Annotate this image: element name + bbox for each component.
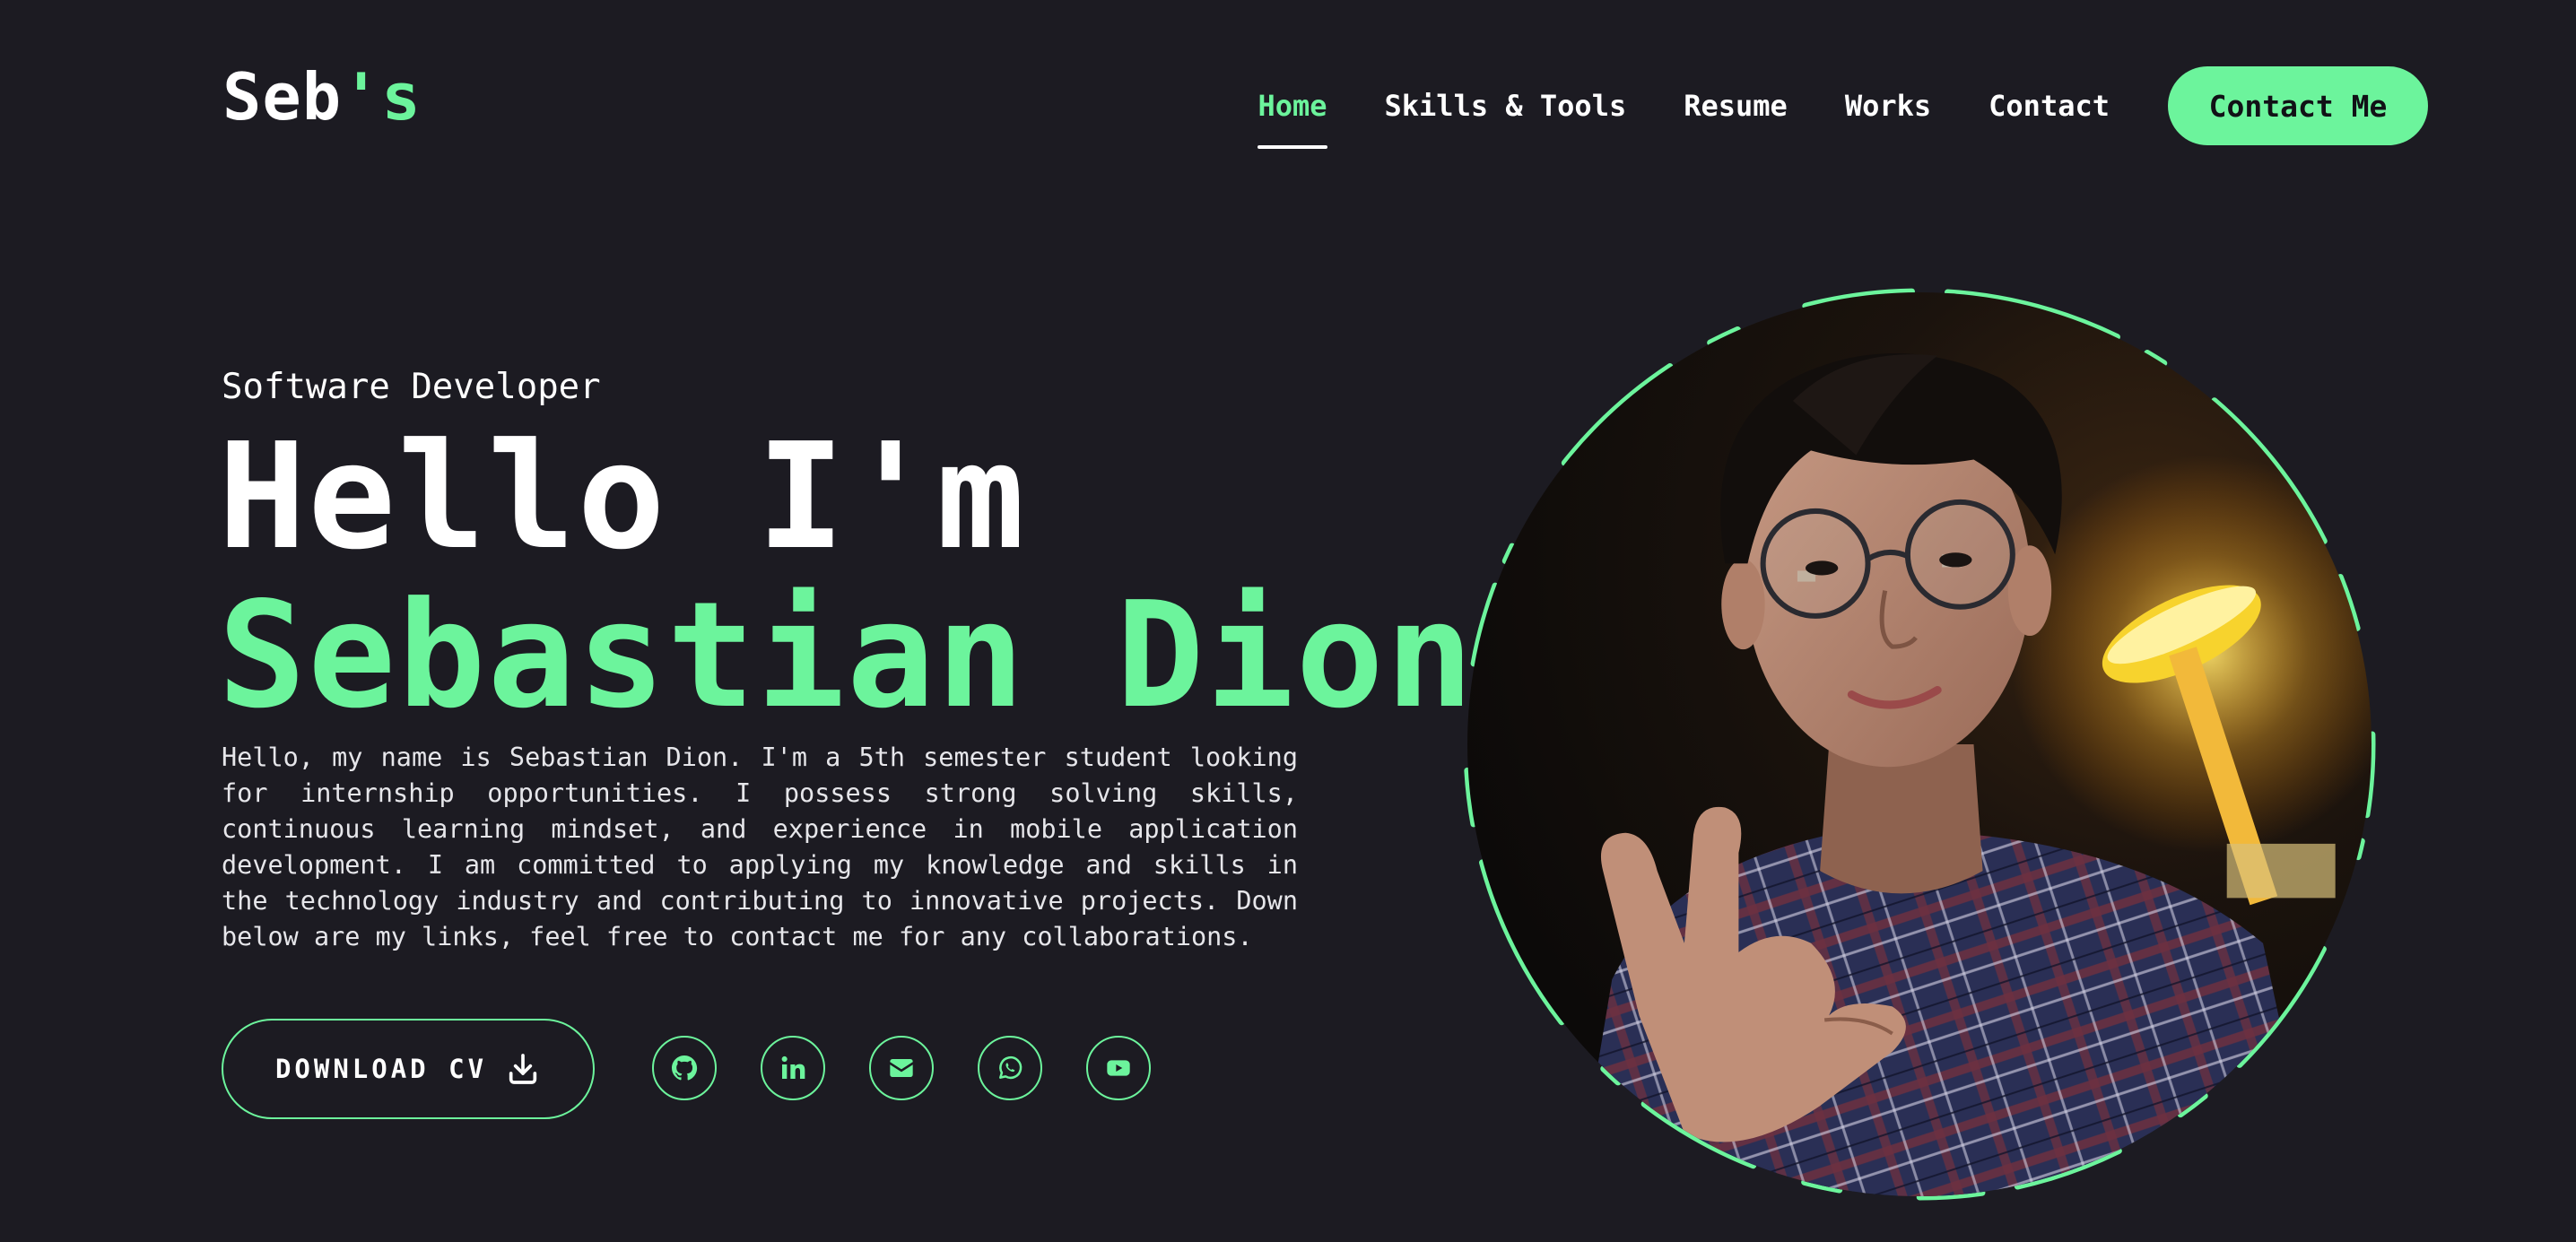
contact-me-button[interactable]: Contact Me (2168, 66, 2428, 145)
hero-bio: Hello, my name is Sebastian Dion. I'm a … (222, 743, 1298, 951)
email-icon (890, 1059, 913, 1077)
hero-role: Software Developer (222, 367, 601, 407)
youtube-icon (1107, 1060, 1130, 1076)
nav-works[interactable]: Works (1845, 91, 1931, 120)
download-cv-button[interactable]: DOWNLOAD CV (222, 1019, 595, 1119)
main-nav: Home Skills & Tools Resume Works Contact… (1258, 66, 2428, 149)
email-link[interactable] (869, 1036, 934, 1100)
nav-resume[interactable]: Resume (1684, 91, 1788, 120)
nav-home[interactable]: Home (1258, 91, 1327, 149)
github-link[interactable] (652, 1036, 717, 1100)
linkedin-icon (781, 1055, 805, 1079)
social-links (652, 1036, 1151, 1100)
hero-greeting: Hello I'm (218, 413, 1027, 582)
logo-accent-text: 's (342, 59, 422, 135)
site-logo[interactable]: Seb's (222, 65, 422, 129)
portrait-container (1460, 285, 2379, 1203)
hero-name: Sebastian Dion (218, 571, 1475, 741)
github-icon (672, 1055, 698, 1081)
download-icon (509, 1054, 537, 1084)
whatsapp-icon (999, 1055, 1023, 1080)
portrait-photo (1467, 292, 2371, 1196)
youtube-link[interactable] (1086, 1036, 1151, 1100)
whatsapp-link[interactable] (978, 1036, 1042, 1100)
nav-contact[interactable]: Contact (1989, 91, 2110, 120)
nav-skills-tools[interactable]: Skills & Tools (1385, 91, 1627, 120)
download-cv-label: DOWNLOAD CV (274, 1054, 488, 1084)
linkedin-link[interactable] (761, 1036, 825, 1100)
logo-main-text: Seb (222, 59, 343, 135)
